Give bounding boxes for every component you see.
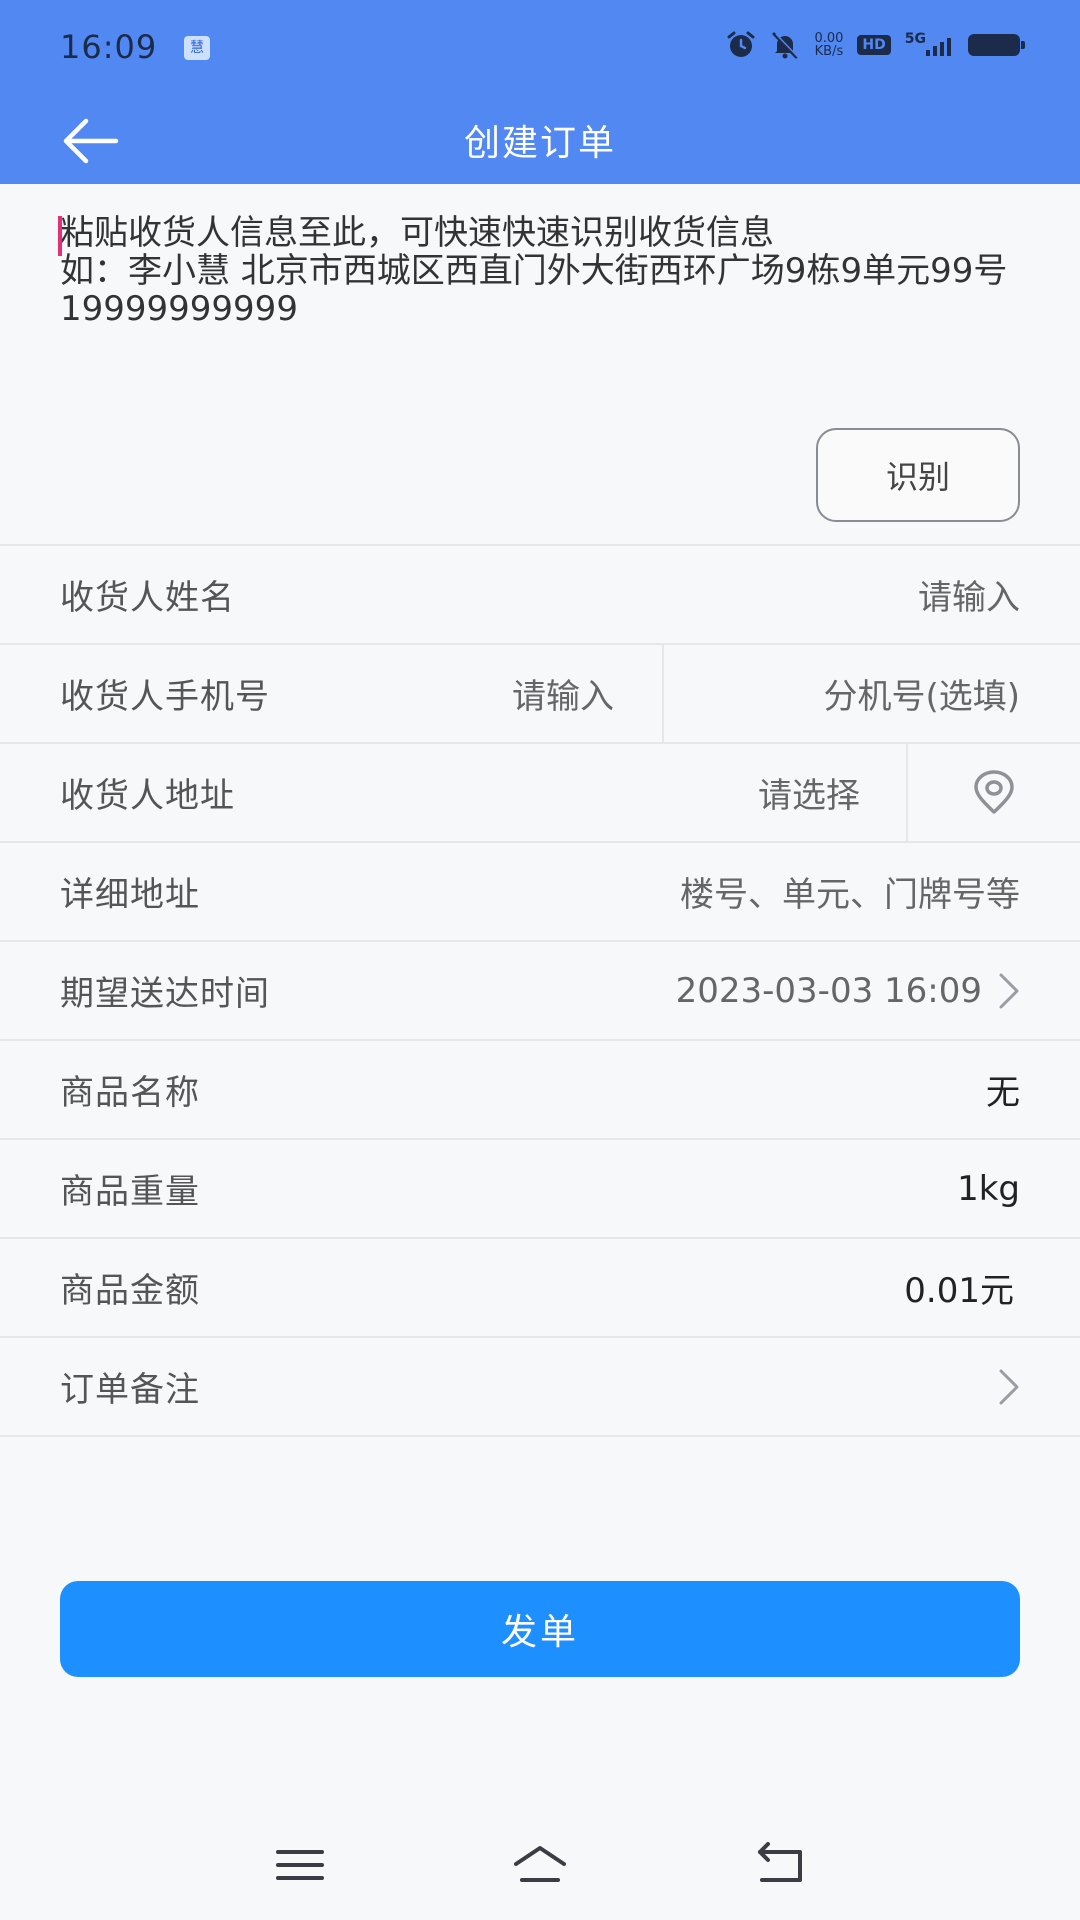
detail-address-row: 详细地址 楼号、单元、门牌号等 [0, 843, 1080, 942]
back-nav-icon[interactable] [750, 1840, 810, 1890]
receiver-phone-row: 收货人手机号 请输入 分机号(选填) [0, 645, 1080, 744]
goods-name-label: 商品名称 [60, 1073, 200, 1113]
page-title: 创建订单 [463, 123, 616, 164]
menu-icon[interactable] [270, 1840, 330, 1890]
location-pin-icon [974, 769, 1014, 814]
delivery-time-row[interactable]: 期望送达时间 2023-03-03 16:09 [0, 942, 1080, 1041]
extension-part: 分机号(选填) [664, 645, 1080, 742]
detail-address-input[interactable]: 楼号、单元、门牌号等 [680, 867, 1020, 916]
goods-amount-label: 商品金额 [60, 1271, 200, 1311]
net-speed-unit: KB/s [814, 44, 844, 59]
goods-name-row: 商品名称 无 [0, 1041, 1080, 1140]
receiver-name-input[interactable]: 请输入 [918, 570, 1020, 619]
location-button[interactable] [906, 744, 1080, 841]
receiver-phone-label: 收货人手机号 [60, 677, 270, 717]
receiver-address-select[interactable]: 请选择 [758, 768, 860, 817]
order-note-label: 订单备注 [60, 1370, 200, 1410]
goods-name-input[interactable]: 无 [986, 1065, 1020, 1114]
paste-section: 粘贴收货人信息至此，可快速快速识别收货信息 如：李小慧 北京市西城区西直门外大街… [0, 184, 1080, 546]
goods-weight-label: 商品重量 [60, 1172, 200, 1212]
net-speed: 0.00 KB/s [814, 32, 843, 58]
chevron-right-icon [999, 973, 1019, 1008]
submit-order-button[interactable]: 发单 [60, 1581, 1020, 1677]
goods-amount-value: 0.01 [904, 1271, 980, 1311]
signal-icon [926, 38, 951, 56]
alarm-icon [727, 31, 755, 57]
goods-weight-row: 商品重量 1kg [0, 1140, 1080, 1239]
delivery-time-label: 期望送达时间 [60, 974, 270, 1014]
delivery-time-value[interactable]: 2023-03-03 16:09 [676, 971, 982, 1011]
order-note-row[interactable]: 订单备注 [0, 1338, 1080, 1437]
receiver-name-row: 收货人姓名 请输入 [0, 546, 1080, 645]
receiver-name-label: 收货人姓名 [60, 578, 235, 618]
receiver-address-label: 收货人地址 [60, 776, 235, 816]
app-notification-icon: 慧 [184, 36, 210, 60]
extension-number-input[interactable]: 分机号(选填) [823, 669, 1020, 718]
status-bar: 16:09 慧 0.00 KB/s HD 5G [0, 0, 1080, 96]
goods-amount-input[interactable]: 0.01元 [904, 1263, 1014, 1312]
home-icon[interactable] [510, 1840, 570, 1890]
system-nav-bar [0, 1830, 1080, 1920]
receiver-address-row: 收货人地址 请选择 [0, 744, 1080, 843]
goods-amount-unit: 元 [980, 1271, 1014, 1311]
nav-bar: 创建订单 [0, 96, 1080, 184]
goods-amount-row: 商品金额 0.01元 [0, 1239, 1080, 1338]
hd-badge: HD [857, 35, 891, 55]
mute-bell-icon [772, 32, 800, 59]
goods-weight-input[interactable]: 1kg [957, 1169, 1020, 1209]
detail-address-label: 详细地址 [60, 875, 200, 915]
network-type: 5G [904, 31, 926, 47]
receiver-phone-input[interactable]: 请输入 [512, 669, 614, 718]
text-cursor [58, 216, 62, 256]
battery-icon [968, 34, 1025, 56]
chevron-right-icon [999, 1369, 1019, 1404]
paste-info-input[interactable]: 粘贴收货人信息至此，可快速快速识别收货信息 如：李小慧 北京市西城区西直门外大街… [60, 214, 1020, 328]
status-time: 16:09 [60, 28, 158, 66]
receiver-phone-main: 收货人手机号 请输入 [0, 645, 664, 742]
status-icons: 0.00 KB/s HD 5G [726, 30, 1025, 60]
recognize-button[interactable]: 识别 [816, 428, 1020, 522]
